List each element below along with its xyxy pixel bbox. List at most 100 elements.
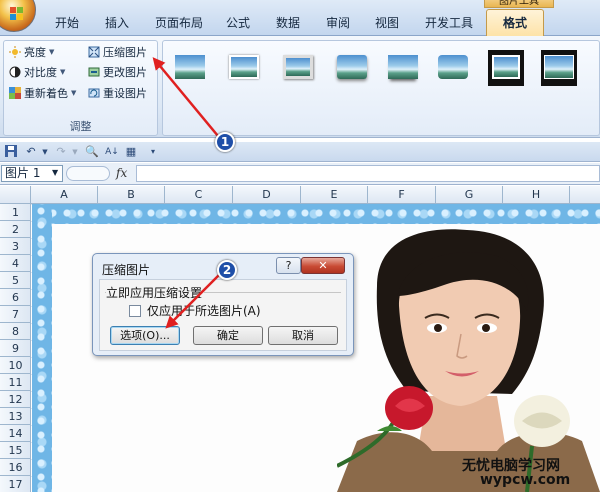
chevron-down-icon: ▼ [60, 68, 66, 76]
contrast-label: 对比度 [24, 66, 57, 79]
chevron-down-icon: ▼ [49, 48, 55, 56]
chevron-down-icon[interactable]: ▼ [38, 145, 52, 159]
row-header[interactable]: 14 [0, 425, 31, 442]
recolor-icon [9, 87, 21, 99]
row-header[interactable]: 9 [0, 340, 31, 357]
row-header[interactable]: 3 [0, 238, 31, 255]
watermark-url: wypcw.com [480, 472, 571, 488]
column-headers: A B C D E F G H [0, 186, 600, 204]
formula-bar: 图片 1 ▼ fx [0, 163, 600, 185]
tab-insert[interactable]: 插入 [105, 14, 129, 31]
row-header[interactable]: 13 [0, 408, 31, 425]
row-header[interactable]: 10 [0, 357, 31, 374]
recolor-label: 重新着色 [24, 87, 68, 100]
column-header[interactable]: C [165, 186, 233, 204]
section-label: 立即应用压缩设置 [106, 284, 205, 301]
row-header[interactable]: 5 [0, 272, 31, 289]
ok-button[interactable]: 确定 [193, 326, 263, 345]
row-header[interactable]: 12 [0, 391, 31, 408]
tab-view[interactable]: 视图 [375, 14, 399, 31]
help-button[interactable]: ? [276, 257, 301, 274]
recolor-button[interactable]: 重新着色 ▼ [9, 84, 76, 102]
fx-icon[interactable]: fx [116, 166, 127, 180]
change-picture-label: 更改图片 [103, 66, 147, 79]
cancel-button[interactable]: 取消 [268, 326, 338, 345]
adjust-group-label: 调整 [69, 120, 92, 133]
column-header[interactable] [570, 186, 600, 204]
portrait-photo [337, 229, 600, 492]
reset-picture-label: 重设图片 [103, 87, 147, 100]
tab-developer[interactable]: 开发工具 [425, 14, 473, 31]
redo-icon[interactable]: ↷ [54, 145, 68, 159]
reset-picture-icon [88, 87, 100, 99]
column-header[interactable]: F [368, 186, 436, 204]
compress-picture-icon [88, 46, 100, 58]
tab-page-layout[interactable]: 页面布局 [155, 14, 203, 31]
office-button[interactable] [0, 0, 36, 32]
picture-style-thumb[interactable] [334, 50, 370, 86]
contrast-button[interactable]: 对比度 ▼ [9, 63, 65, 81]
chevron-down-icon[interactable]: ▼ [52, 168, 58, 177]
dialog-body: 立即应用压缩设置 仅应用于所选图片(A) 选项(O)... 确定 取消 [99, 279, 347, 351]
change-picture-icon [88, 66, 100, 78]
row-headers: 1 2 3 4 5 6 7 8 9 10 11 12 13 14 15 16 1… [0, 204, 31, 492]
picture-style-thumb[interactable] [280, 50, 316, 86]
picture-style-thumb[interactable] [435, 50, 471, 86]
row-header[interactable]: 15 [0, 442, 31, 459]
row-header[interactable]: 2 [0, 221, 31, 238]
row-header[interactable]: 11 [0, 374, 31, 391]
column-header[interactable]: G [436, 186, 503, 204]
column-header[interactable]: H [503, 186, 570, 204]
row-header[interactable]: 17 [0, 476, 31, 492]
column-header[interactable]: A [31, 186, 98, 204]
apply-to-selected-label[interactable]: 仅应用于所选图片(A) [147, 302, 261, 319]
chevron-down-icon: ▼ [71, 89, 77, 97]
callout-badge-2: 2 [217, 260, 237, 280]
office-logo-icon [10, 7, 24, 21]
select-all-corner[interactable] [0, 186, 31, 204]
tab-formulas[interactable]: 公式 [226, 14, 250, 31]
tab-format[interactable]: 格式 [503, 14, 527, 31]
undo-icon[interactable]: ↶ [24, 145, 38, 159]
options-button[interactable]: 选项(O)... [110, 326, 180, 345]
compress-pictures-button[interactable]: 压缩图片 [88, 43, 147, 61]
picture-tools-context-header: 图片工具 [484, 0, 554, 8]
picture-style-thumb[interactable] [226, 50, 262, 86]
sort-icon[interactable]: A↓ [105, 145, 119, 159]
formula-input[interactable] [136, 165, 600, 182]
tab-home[interactable]: 开始 [55, 14, 79, 31]
formula-bar-splitter[interactable] [66, 166, 110, 181]
picture-frame-left [32, 204, 52, 492]
row-header[interactable]: 4 [0, 255, 31, 272]
row-header[interactable]: 16 [0, 459, 31, 476]
picture-style-thumb[interactable] [541, 50, 577, 86]
apply-to-selected-checkbox[interactable] [129, 305, 141, 317]
change-picture-button[interactable]: 更改图片 [88, 63, 147, 81]
brightness-button[interactable]: 亮度 ▼ [9, 43, 54, 61]
picture-frame-top [32, 204, 600, 224]
close-button[interactable]: ✕ [301, 257, 345, 274]
chevron-down-icon[interactable]: ▼ [68, 145, 82, 159]
picture-style-thumb[interactable] [488, 50, 524, 86]
dialog-title: 压缩图片 [102, 263, 151, 277]
column-header[interactable]: B [98, 186, 165, 204]
brightness-label: 亮度 [24, 46, 46, 59]
brightness-icon [9, 46, 21, 58]
picture-style-thumb[interactable] [172, 50, 208, 86]
save-icon[interactable] [4, 145, 18, 159]
tab-data[interactable]: 数据 [276, 14, 300, 31]
contrast-icon [9, 66, 21, 78]
form-icon[interactable]: ▦ [124, 145, 138, 159]
column-header[interactable]: D [233, 186, 301, 204]
customize-icon[interactable]: ▾ [146, 145, 160, 159]
print-preview-icon[interactable]: 🔍 [85, 145, 99, 159]
column-header[interactable]: E [301, 186, 368, 204]
row-header[interactable]: 1 [0, 204, 31, 221]
compress-pictures-label: 压缩图片 [103, 46, 147, 59]
picture-style-thumb[interactable] [385, 50, 421, 86]
row-header[interactable]: 7 [0, 306, 31, 323]
row-header[interactable]: 6 [0, 289, 31, 306]
reset-picture-button[interactable]: 重设图片 [88, 84, 147, 102]
row-header[interactable]: 8 [0, 323, 31, 340]
tab-review[interactable]: 审阅 [326, 14, 350, 31]
